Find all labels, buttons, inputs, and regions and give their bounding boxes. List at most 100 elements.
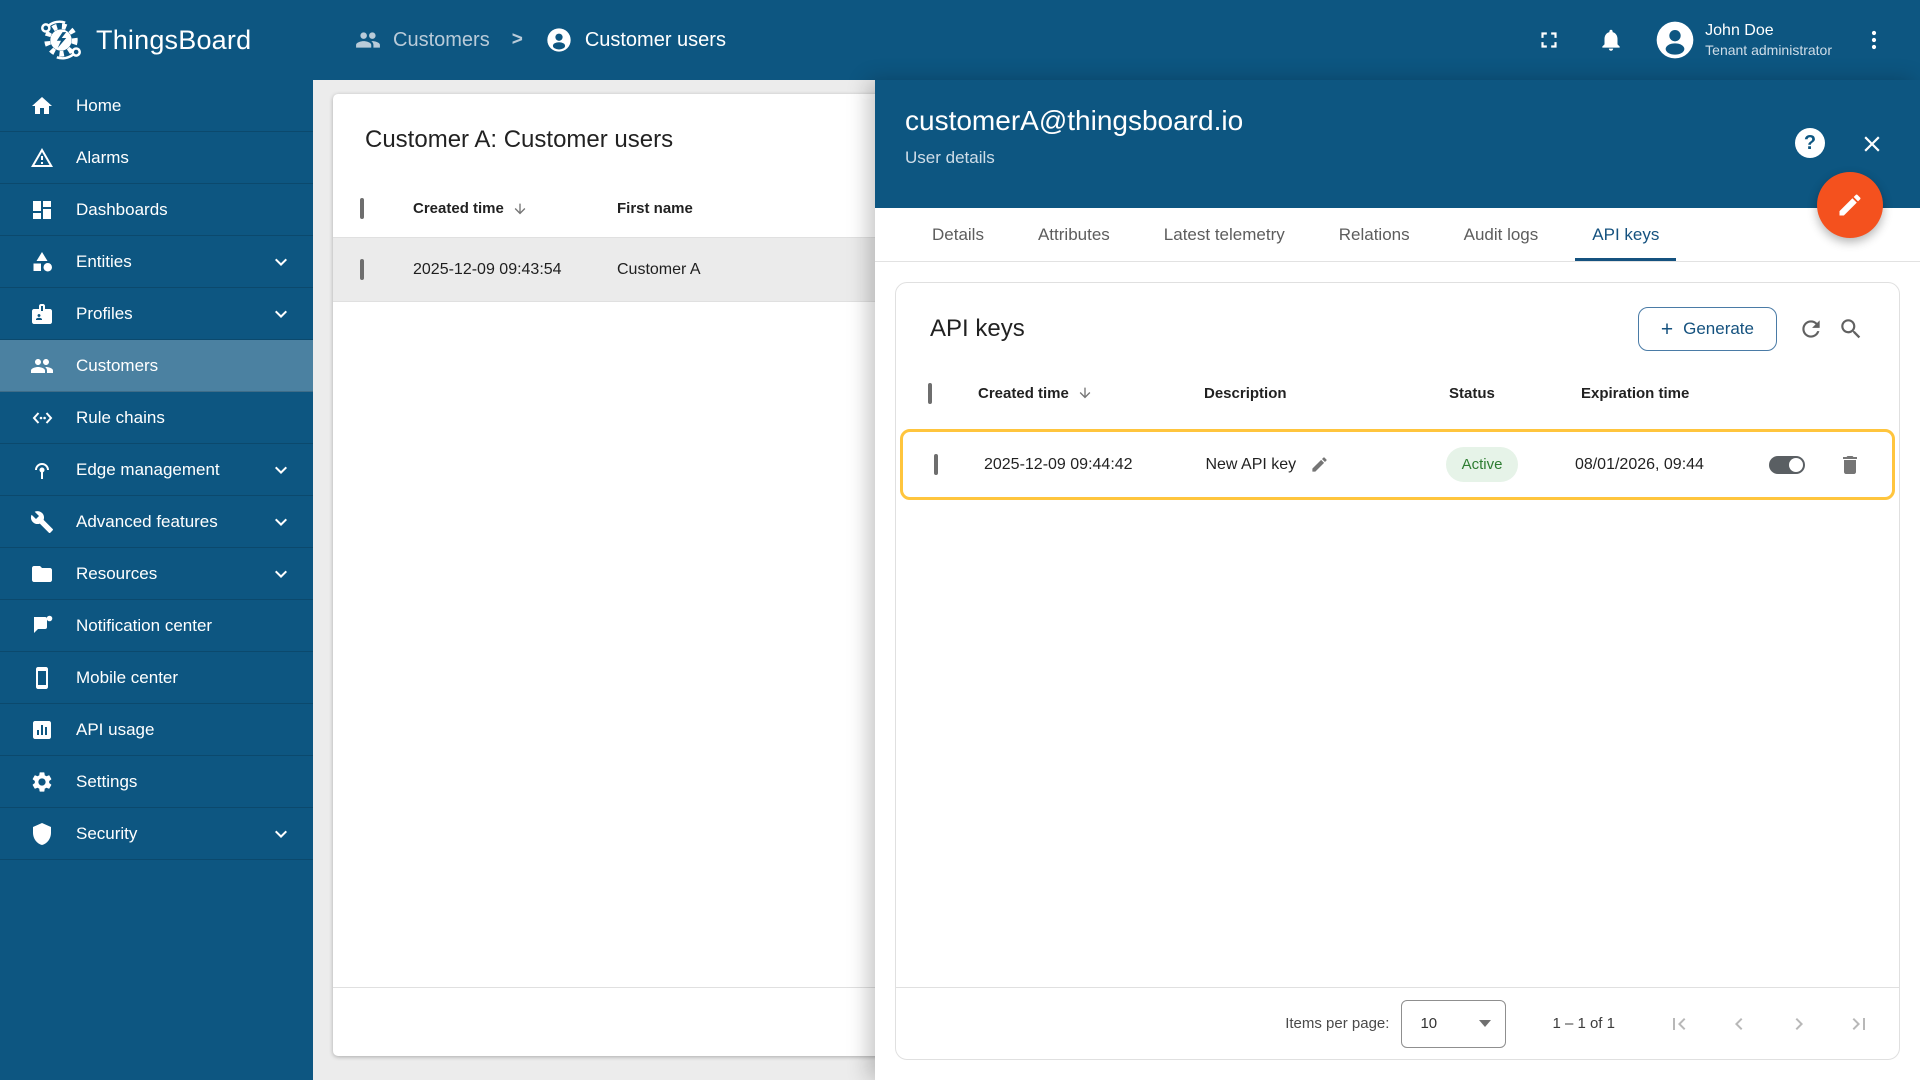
customer-user-row[interactable]: 2025-12-09 09:43:54 Customer A: [333, 238, 895, 302]
drawer-subtitle: User details: [905, 148, 995, 167]
sidebar-item-settings[interactable]: Settings: [0, 756, 313, 808]
cell-first-name: Customer A: [617, 260, 701, 278]
tab-attributes[interactable]: Attributes: [1011, 208, 1137, 261]
generate-button[interactable]: + Generate: [1637, 307, 1777, 351]
column-header-status[interactable]: Status: [1449, 385, 1581, 402]
pencil-icon: [1839, 194, 1861, 216]
sort-descending-icon: [1079, 387, 1091, 399]
fullscreen-icon[interactable]: [1529, 20, 1569, 60]
breadcrumb-customers[interactable]: Customers: [355, 27, 490, 53]
sort-descending-icon: [514, 203, 526, 214]
column-header-created-time[interactable]: Created time: [413, 200, 617, 217]
tab-audit-logs[interactable]: Audit logs: [1437, 208, 1566, 261]
sidebar-item-advanced-features[interactable]: Advanced features: [0, 496, 313, 548]
breadcrumb: Customers > Customer users: [355, 26, 726, 54]
column-header-first-name[interactable]: First name: [617, 200, 693, 217]
sidebar-item-customers[interactable]: Customers: [0, 340, 313, 392]
tab-relations[interactable]: Relations: [1312, 208, 1437, 261]
edit-description-icon[interactable]: [1310, 455, 1329, 474]
chevron-down-icon: [275, 570, 287, 578]
sidebar-item-notification-center[interactable]: Notification center: [0, 600, 313, 652]
more-options-kebab-icon[interactable]: [1854, 20, 1894, 60]
breadcrumb-customer-users[interactable]: Customer users: [545, 26, 726, 54]
customer-users-card: Customer A: Customer users Created time …: [333, 94, 895, 1056]
entities-icon: [33, 251, 52, 271]
api-keys-title: API keys: [930, 315, 1025, 342]
people-icon: [355, 27, 381, 53]
user-avatar[interactable]: [1655, 20, 1695, 60]
shield-icon: [33, 822, 51, 845]
cell-expiration-time: 08/01/2026, 09:44: [1574, 455, 1704, 473]
sidebar-item-mobile-center[interactable]: Mobile center: [0, 652, 313, 704]
warning-icon: [31, 147, 53, 167]
column-header-created-time[interactable]: Created time: [978, 385, 1204, 402]
user-details-drawer: customerA@thingsboard.io User details ? …: [875, 80, 1920, 1080]
folder-icon: [32, 565, 52, 582]
drawer-header: customerA@thingsboard.io User details ?: [875, 80, 1920, 208]
previous-page-icon[interactable]: [1727, 1012, 1751, 1036]
tab-api-keys[interactable]: API keys: [1565, 208, 1686, 261]
user-name: John Doe: [1705, 21, 1774, 39]
edit-fab-button[interactable]: [1817, 172, 1883, 238]
pagination-range: 1 – 1 of 1: [1552, 1015, 1615, 1032]
chart-box-icon: [33, 720, 51, 739]
customer-users-table-header: Created time First name: [333, 180, 895, 238]
sidebar-item-security[interactable]: Security: [0, 808, 313, 860]
enabled-toggle[interactable]: [1768, 455, 1805, 474]
dashboard-icon: [33, 200, 51, 219]
sidebar-nav: Home Alarms Dashboards Entities Profiles…: [0, 80, 313, 1080]
refresh-icon[interactable]: [1791, 309, 1831, 349]
row-checkbox[interactable]: [934, 453, 938, 475]
plus-icon: +: [1660, 317, 1674, 341]
first-page-icon[interactable]: [1667, 1012, 1691, 1036]
person-circle-icon: [545, 26, 573, 54]
sidebar-item-api-usage[interactable]: API usage: [0, 704, 313, 756]
notifications-bell-icon[interactable]: [1591, 20, 1631, 60]
api-key-row[interactable]: 2025-12-09 09:44:42 New API key Active 0…: [900, 429, 1895, 500]
sidebar-item-alarms[interactable]: Alarms: [0, 132, 313, 184]
sidebar-item-home[interactable]: Home: [0, 80, 313, 132]
select-all-checkbox[interactable]: [360, 198, 364, 219]
search-icon[interactable]: [1831, 309, 1871, 349]
dropdown-caret-icon: [1479, 1020, 1492, 1027]
page-size-select[interactable]: 10: [1401, 999, 1507, 1048]
column-header-expiration-time[interactable]: Expiration time: [1581, 385, 1779, 402]
cell-created-time: 2025-12-09 09:44:42: [983, 455, 1133, 473]
thingsboard-logo[interactable]: ThingsBoard: [38, 17, 251, 63]
rule-chains-icon: [32, 411, 53, 424]
api-keys-card: API keys + Generate Created time Descrip…: [895, 282, 1900, 1060]
sidebar-item-rule-chains[interactable]: Rule chains: [0, 392, 313, 444]
table-footer-divider: [333, 987, 895, 988]
delete-icon[interactable]: [1838, 453, 1862, 477]
chevron-down-icon: [275, 258, 287, 266]
sidebar-item-entities[interactable]: Entities: [0, 236, 313, 288]
column-header-description[interactable]: Description: [1204, 385, 1449, 402]
top-app-bar: ThingsBoard Customers > Customer users J…: [0, 0, 1920, 80]
tab-latest-telemetry[interactable]: Latest telemetry: [1137, 208, 1312, 261]
chevron-down-icon: [275, 466, 287, 474]
next-page-icon[interactable]: [1787, 1012, 1811, 1036]
sidebar-item-dashboards[interactable]: Dashboards: [0, 184, 313, 236]
drawer-title: customerA@thingsboard.io: [905, 105, 1244, 136]
drawer-tabs: Details Attributes Latest telemetry Rela…: [875, 208, 1920, 262]
help-icon[interactable]: ?: [1795, 128, 1825, 158]
user-info: John Doe Tenant administrator: [1705, 21, 1832, 60]
phone-icon: [36, 666, 48, 689]
status-badge: Active: [1445, 447, 1519, 482]
pagination-bar: Items per page: 10 1 – 1 of 1: [896, 987, 1899, 1059]
sidebar-item-profiles[interactable]: Profiles: [0, 288, 313, 340]
sidebar-item-resources[interactable]: Resources: [0, 548, 313, 600]
app-title: ThingsBoard: [96, 24, 252, 55]
sidebar-item-edge-management[interactable]: Edge management: [0, 444, 313, 496]
close-icon[interactable]: [1859, 131, 1885, 157]
tab-details[interactable]: Details: [905, 208, 1011, 261]
user-role: Tenant administrator: [1705, 42, 1832, 59]
chevron-down-icon: [275, 830, 287, 838]
last-page-icon[interactable]: [1847, 1012, 1871, 1036]
chevron-down-icon: [275, 310, 287, 318]
select-all-checkbox[interactable]: [928, 382, 932, 404]
chevron-down-icon: [275, 518, 287, 526]
home-icon: [32, 96, 52, 114]
row-checkbox[interactable]: [360, 258, 364, 280]
gear-icon: [32, 771, 52, 792]
